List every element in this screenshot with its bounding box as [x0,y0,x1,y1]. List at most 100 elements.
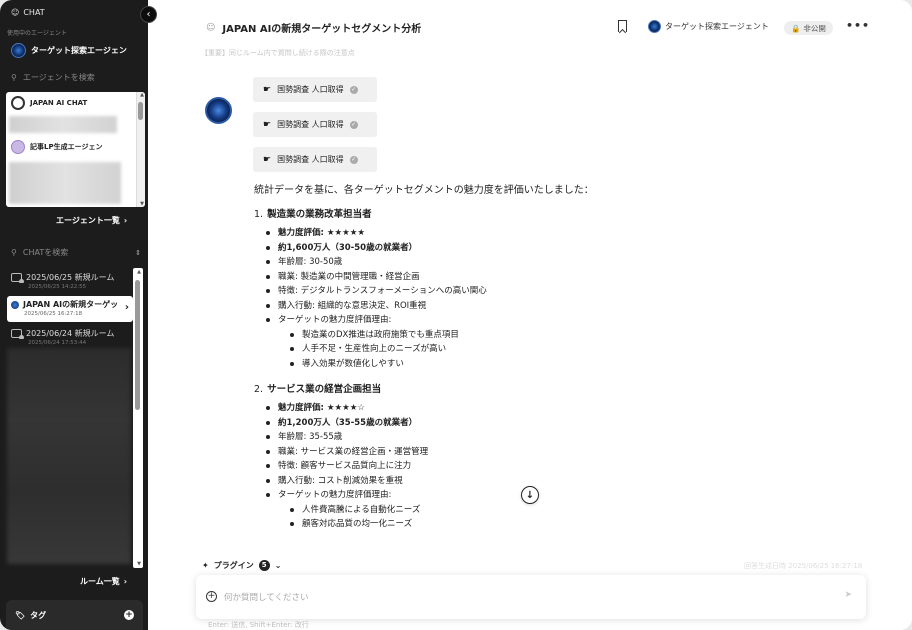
notice-text[interactable]: 【重要】同じルーム内で質問し続ける際の注意点 [201,48,355,58]
chat-item-title: 2025/06/24 新規ルーム [26,329,115,338]
agent-item-japan-ai-chat[interactable]: JAPAN AI CHAT [11,96,87,110]
tool-call-label: 国勢調査 人口取得 [277,155,344,164]
reason-item: 導入効果が数値化しやすい [290,357,814,372]
agent-chip-name: ターゲット探索エージェント [665,22,769,31]
behavior: 購入行動: コスト削減効果を重視 [266,474,814,489]
segment-title-text: サービス業の経営企画担当 [267,384,382,395]
tool-call-label: 国勢調査 人口取得 [277,120,344,129]
hand-icon: ☛ [263,84,272,95]
agent-globe-icon [11,43,26,58]
room-list-link[interactable]: ルーム一覧 › [80,576,127,587]
check-icon: ✓ [349,85,358,94]
chat-list-scrollbar[interactable]: ▲ ▼ [133,268,143,568]
bot-avatar [205,97,232,124]
chat-item[interactable]: 2025/06/24 新規ルーム 2025/06/24 17:53:44 [11,328,133,346]
send-icon[interactable]: ➤ [844,590,852,600]
chat-bubble-icon: ☺ [206,22,216,33]
message-input-placeholder[interactable]: 何か質問してください [224,591,309,603]
tool-call-chip[interactable]: ☛ 国勢調査 人口取得 ✓ [253,77,377,102]
agent-search-placeholder: エージェントを検索 [22,73,95,82]
tool-call-label: 国勢調査 人口取得 [277,85,344,94]
segment-details: 魅力度評価: ★★★★☆ 約1,200万人（35-55歳の就業者） 年齢層: 3… [266,401,814,532]
visibility-badge[interactable]: 🔒 非公開 [784,21,833,35]
check-icon: ✓ [349,120,358,129]
generation-timestamp: 回答生成日時 2025/06/25 16:27:18 [744,562,863,570]
bookmark-icon[interactable] [618,20,627,32]
scroll-to-bottom-button[interactable]: ↓ [521,486,539,504]
reason-label-text: ターゲットの魅力度評価理由: [278,490,392,500]
more-options-icon[interactable]: ••• [846,19,870,32]
age: 年齢層: 35-55歳 [266,430,814,445]
reason-item: 人件費高騰による自動化ニーズ [290,503,814,518]
section-in-use-label: 使用中のエージェント [7,30,67,37]
tag-section[interactable]: 🏷 タグ + [6,600,143,630]
reason-label-text: ターゲットの魅力度評価理由: [278,315,392,325]
plugin-icon: ✦ [202,561,209,570]
scroll-down-icon[interactable]: ▼ [140,201,144,207]
reason-item: 人手不足・生産性向上のニーズが高い [290,342,814,357]
chevron-right-icon: › [123,216,128,225]
chat-item-active[interactable]: JAPAN AIの新規ターゲッ 2025/06/25 16:27:18 › [7,296,133,322]
scroll-up-icon[interactable]: ▲ [140,92,144,98]
scroll-down-icon[interactable]: ▼ [137,561,141,567]
chevron-right-icon: › [123,577,128,586]
page-title-text: JAPAN AIの新規ターゲットセグメント分析 [222,24,422,35]
age: 年齢層: 30-50歳 [266,255,814,270]
chat-icon [11,329,24,339]
scroll-thumb[interactable] [135,280,140,410]
chat-search-input[interactable]: ⚲ CHATを検索 ⇕ [11,247,141,258]
blurred-content [9,116,117,133]
lock-icon: 🔒 [791,23,801,33]
agent-list-link[interactable]: エージェント一覧 › [56,215,127,226]
message-composer[interactable]: + 何か質問してください ➤ [196,575,866,619]
plugin-label: プラグイン [213,561,254,570]
agent-list-scrollbar[interactable]: ▲ ▼ [136,92,145,207]
add-tag-icon[interactable]: + [124,610,134,620]
segment-section: 1. 製造業の業務改革担当者 魅力度評価: ★★★★★ 約1,600万人（30-5… [254,206,814,371]
population: 約1,600万人（30-50歳の就業者） [266,241,814,256]
plugin-selector[interactable]: ✦ プラグイン 5 ⌄ [202,560,281,571]
agent-chip[interactable]: ターゲット探索エージェント [648,20,769,33]
agent-item-label: JAPAN AI CHAT [30,99,88,107]
segment-details: 魅力度評価: ★★★★★ 約1,600万人（30-50歳の就業者） 年齢層: 3… [266,226,814,371]
chat-item[interactable]: 2025/06/25 新規ルーム 2025/06/25 14:22:55 [11,272,133,290]
segment-title-text: 製造業の業務改革担当者 [267,209,372,220]
agent-globe-icon [648,20,661,33]
reason-label: ターゲットの魅力度評価理由: 人件費高騰による自動化ニーズ 顧客対応品質の均一化… [266,488,814,532]
sidebar-title: CHAT [23,8,45,17]
active-agent[interactable]: ターゲット探索エージェン [11,43,145,58]
reason-list: 人件費高騰による自動化ニーズ 顧客対応品質の均一化ニーズ [290,503,814,532]
agent-search-input[interactable]: ⚲ エージェントを検索 [11,72,95,83]
search-icon: ⚲ [11,73,17,82]
scroll-up-icon[interactable]: ▲ [137,269,141,275]
article-agent-avatar-icon [11,140,25,154]
tool-call-chip[interactable]: ☛ 国勢調査 人口取得 ✓ [253,147,377,172]
sidebar: ☺ CHAT 使用中のエージェント ターゲット探索エージェン ⚲ エージェントを… [0,0,148,630]
agent-item-label: 記事LP生成エージェン [30,143,103,151]
chat-item-title: JAPAN AIの新規ターゲッ [23,300,119,309]
add-attachment-icon[interactable]: + [206,591,217,602]
chevron-right-icon: › [124,302,129,313]
sort-icon[interactable]: ⇕ [135,249,141,257]
tag-label: タグ [30,610,47,620]
reason-item: 製造業のDX推進は政府施策でも重点項目 [290,328,814,343]
reason-label: ターゲットの魅力度評価理由: 製造業のDX推進は政府施策でも重点項目 人手不足・… [266,313,814,371]
reason-item: 顧客対応品質の均一化ニーズ [290,517,814,532]
chat-item-date: 2025/06/25 14:22:55 [28,284,87,290]
reason-list: 製造業のDX推進は政府施策でも重点項目 人手不足・生産性向上のニーズが高い 導入… [290,328,814,372]
active-agent-name: ターゲット探索エージェン [31,46,127,55]
chat-search-placeholder: CHATを検索 [22,248,69,257]
agent-globe-icon [11,300,19,309]
segment-title: 1. 製造業の業務改革担当者 [254,206,814,220]
agent-item-article-lp[interactable]: 記事LP生成エージェン [11,140,102,154]
app-window: ☺ CHAT 使用中のエージェント ターゲット探索エージェン ⚲ エージェントを… [0,0,912,630]
plugin-count-badge: 5 [258,560,270,571]
collapse-sidebar-button[interactable]: ‹ [140,6,157,23]
tool-call-chip[interactable]: ☛ 国勢調査 人口取得 ✓ [253,112,377,137]
trait: 特徴: 顧客サービス品質向上に注力 [266,459,814,474]
topbar: ☺ JAPAN AIの新規ターゲットセグメント分析 ターゲット探索エージェント … [148,0,912,52]
room-list-link-label: ルーム一覧 [80,577,120,586]
blurred-content [9,162,121,204]
page-title: ☺ JAPAN AIの新規ターゲットセグメント分析 [206,20,422,36]
scroll-thumb[interactable] [138,102,143,120]
